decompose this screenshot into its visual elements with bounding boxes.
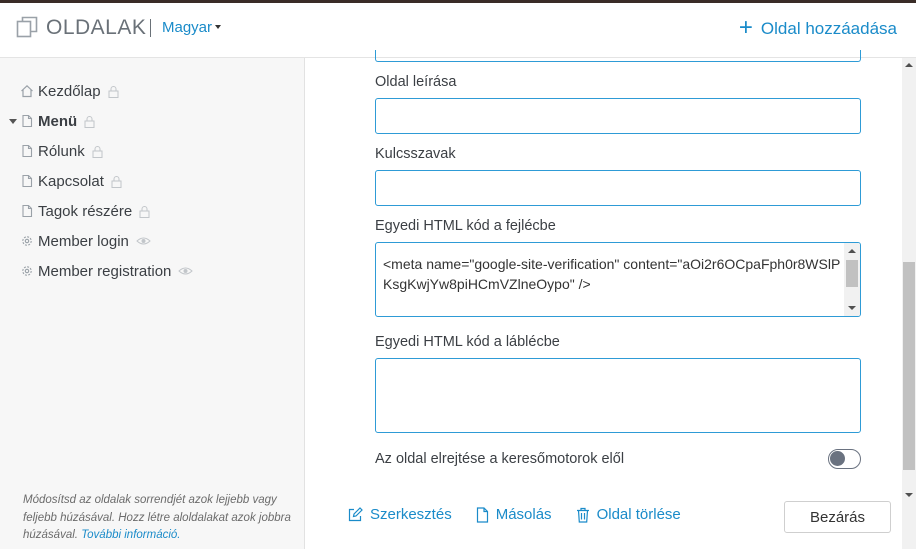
trash-icon <box>576 507 589 523</box>
page-title: OLDALAK <box>46 16 147 39</box>
tree-item-label: Kezdőlap <box>38 82 101 100</box>
scroll-thumb[interactable] <box>903 262 915 470</box>
page-icon <box>20 174 34 188</box>
edit-label: Szerkesztés <box>370 506 452 523</box>
gear-icon <box>20 264 34 278</box>
scroll-down-icon[interactable] <box>848 306 856 310</box>
scroll-thumb[interactable] <box>846 260 858 287</box>
tree-item-label: Menü <box>38 112 78 130</box>
hide-from-search-toggle[interactable] <box>828 449 861 469</box>
eye-icon <box>136 237 151 245</box>
tree-item-label: Rólunk <box>38 142 85 160</box>
hide-from-search-label: Az oldal elrejtése a keresőmotorok elől <box>375 451 625 467</box>
page-settings-panel: Oldal leírása Kulcsszavak Egyedi HTML kó… <box>306 50 902 549</box>
header-html-textarea[interactable]: <meta name="google-site-verification" co… <box>375 242 861 317</box>
footer-html-textarea[interactable] <box>375 358 861 433</box>
keywords-input[interactable] <box>375 170 861 206</box>
tree-item-kapcsolat[interactable]: Kapcsolat <box>0 166 305 196</box>
page-icon <box>20 204 34 218</box>
edit-button[interactable]: Szerkesztés <box>348 506 452 523</box>
scroll-up-icon[interactable] <box>848 249 856 253</box>
sidebar-help-text: Módosítsd az oldalak sorrendjét azok lej… <box>23 492 293 545</box>
tree-item-member-login[interactable]: Member login <box>0 226 305 256</box>
delete-label: Oldal törlése <box>596 506 681 523</box>
lock-icon <box>84 115 95 128</box>
delete-page-button[interactable]: Oldal törlése <box>576 506 681 523</box>
scroll-down-icon[interactable] <box>905 493 913 497</box>
lock-icon <box>108 85 119 98</box>
description-label: Oldal leírása <box>375 74 457 90</box>
tree-item-label: Member login <box>38 232 129 250</box>
plus-icon: + <box>738 14 753 41</box>
more-info-link[interactable]: További információ. <box>81 529 180 541</box>
edit-icon <box>348 507 363 522</box>
tree-item-tagok-reszere[interactable]: Tagok részére <box>0 196 305 226</box>
keywords-label: Kulcsszavak <box>375 146 456 162</box>
tree-item-label: Tagok részére <box>38 202 133 220</box>
eye-icon <box>178 267 194 275</box>
caret-down-icon <box>215 25 222 30</box>
add-page-label: Oldal hozzáadása <box>760 19 897 38</box>
language-label: Magyar <box>162 19 213 36</box>
lock-icon <box>111 175 122 188</box>
previous-input-field[interactable] <box>375 50 861 62</box>
page-scrollbar[interactable] <box>902 58 916 549</box>
scroll-up-icon[interactable] <box>905 63 913 67</box>
tree-item-menu[interactable]: Menü <box>0 106 305 136</box>
expand-arrow-icon[interactable] <box>9 119 17 124</box>
copy-label: Másolás <box>495 506 552 523</box>
tree-item-rolunk[interactable]: Rólunk <box>0 136 305 166</box>
language-selector[interactable]: Magyar <box>162 19 222 36</box>
title-divider <box>150 19 151 37</box>
toggle-knob <box>830 451 845 466</box>
tree-item-member-registration[interactable]: Member registration <box>0 256 305 286</box>
pages-icon <box>16 16 38 38</box>
close-button[interactable]: Bezárás <box>784 501 891 533</box>
lock-icon <box>92 145 103 158</box>
copy-icon <box>476 506 488 523</box>
tree-item-label: Kapcsolat <box>38 172 104 190</box>
gear-icon <box>20 234 34 248</box>
header-html-label: Egyedi HTML kód a fejlécbe <box>375 218 556 234</box>
page-tree: Kezdőlap Menü Rólunk Kapcsolat Tagok rés… <box>0 76 305 286</box>
add-page-button[interactable]: + Oldal hozzáadása <box>738 14 897 41</box>
pages-sidebar: Kezdőlap Menü Rólunk Kapcsolat Tagok rés… <box>0 58 305 549</box>
copy-button[interactable]: Másolás <box>476 506 552 523</box>
header-html-content: <meta name="google-site-verification" co… <box>383 256 841 292</box>
page-icon <box>20 144 34 158</box>
lock-icon <box>139 205 150 218</box>
page-icon <box>20 114 34 128</box>
page-actions: Szerkesztés Másolás Oldal törlése <box>348 506 705 523</box>
description-input[interactable] <box>375 98 861 134</box>
home-icon <box>20 84 34 98</box>
tree-item-kezdolap[interactable]: Kezdőlap <box>0 76 305 106</box>
footer-html-label: Egyedi HTML kód a láblécbe <box>375 334 560 350</box>
textarea-scrollbar[interactable] <box>844 243 860 316</box>
tree-item-label: Member registration <box>38 262 172 280</box>
